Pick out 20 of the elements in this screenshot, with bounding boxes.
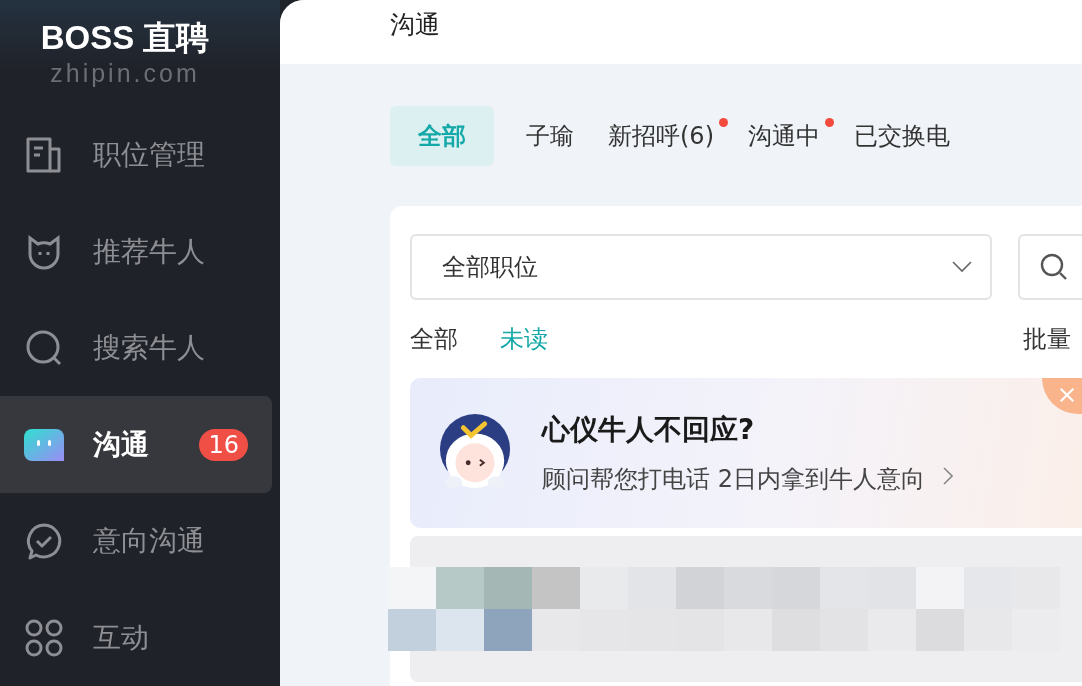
unread-count-badge: 16 <box>199 428 248 461</box>
batch-action[interactable]: 批量 <box>1023 323 1071 355</box>
tab[interactable]: 新招呼(6) <box>606 106 716 166</box>
sidebar-item[interactable]: 搜索牛人 <box>0 299 272 397</box>
banner-title: 心仪牛人不回应? <box>542 412 756 448</box>
sidebar-item[interactable]: 沟通 16 <box>0 396 272 493</box>
job-select[interactable]: 全部职位 <box>410 234 992 300</box>
sidebar-item[interactable]: 职位管理 <box>0 106 272 204</box>
page-title: 沟通 <box>390 8 440 41</box>
promo-banner[interactable]: 心仪牛人不回应? 顾问帮您打电话 2日内拿到牛人意向 <box>410 378 1082 528</box>
tab[interactable]: 沟通中 <box>746 106 822 166</box>
sidebar-item[interactable]: 推荐牛人 <box>0 203 272 300</box>
banner-subtitle: 顾问帮您打电话 2日内拿到牛人意向 <box>542 464 925 495</box>
sidebar-item[interactable]: 互动 <box>0 589 272 686</box>
tab[interactable]: 子瑜 <box>524 106 576 166</box>
sidebar-item[interactable]: 意向沟通 <box>0 492 272 590</box>
logo-text: BOSS 直聘 <box>40 18 210 58</box>
tab[interactable]: 已交换电 <box>852 106 952 166</box>
filter-tab[interactable]: 全部 <box>410 323 458 355</box>
logo-domain: zhipin.com <box>50 58 200 88</box>
